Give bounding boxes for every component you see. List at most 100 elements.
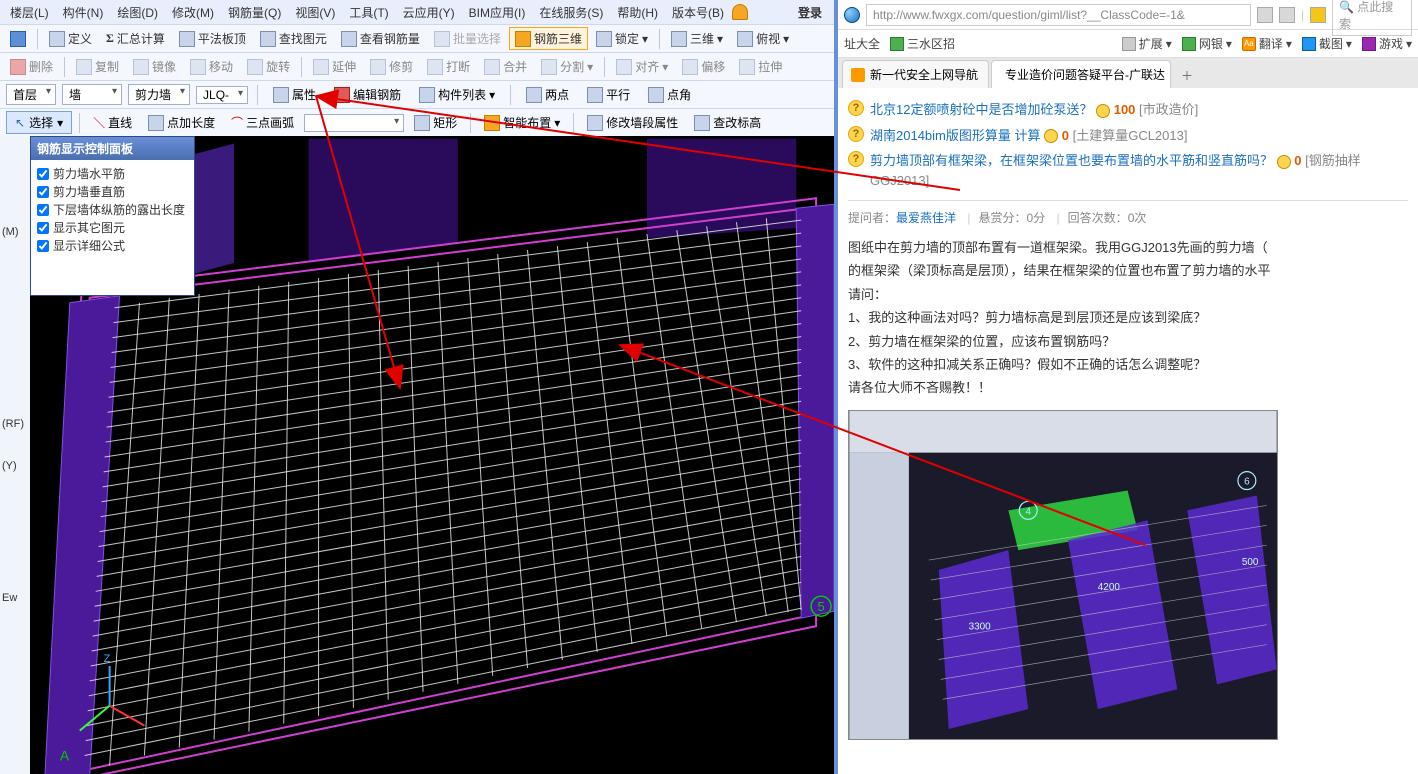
svg-text:3300: 3300 (969, 621, 992, 632)
menu-draw[interactable]: 绘图(D) (111, 2, 164, 23)
btn-ptangle[interactable]: 点角 (642, 83, 697, 106)
btn-sumcalc[interactable]: Σ汇总计算 (100, 27, 171, 50)
new-tab[interactable]: ＋ (1173, 63, 1201, 88)
question-link[interactable]: 北京12定额喷射砼中是否增加砼泵送？ (870, 102, 1092, 117)
combo-type[interactable]: 墙 (62, 84, 122, 105)
btn-viewrebar[interactable]: 查看钢筋量 (335, 27, 426, 50)
btn-copy[interactable]: 复制 (70, 55, 125, 78)
btn-parallel[interactable]: 平行 (581, 83, 636, 106)
btn-attr[interactable]: 属性 (267, 83, 322, 106)
dropdown-icon[interactable] (1279, 7, 1295, 23)
svg-text:6: 6 (1244, 476, 1250, 487)
asker-link[interactable]: 最爱燕佳洋 (896, 211, 956, 225)
question-icon: ? (848, 151, 864, 167)
btn-rect[interactable]: 矩形 (408, 111, 463, 134)
combo-subtype[interactable]: 剪力墙 (128, 84, 190, 105)
tab-fwxgx[interactable]: 专业造价问题答疑平台-广联达× (991, 60, 1171, 88)
btn-batchsel[interactable]: 批量选择 (428, 27, 507, 50)
btn-extend[interactable]: 延伸 (307, 55, 362, 78)
toolbar-edit: 删除 复制 镜像 移动 旋转 延伸 修剪 打断 合并 分割▾ 对齐▾ 偏移 拉伸 (0, 52, 834, 80)
url-field[interactable]: http://www.fwxgx.com/question/giml/list?… (866, 4, 1251, 26)
question-row: ? 北京12定额喷射砼中是否增加砼泵送？ 100 [市政造价] (848, 100, 1408, 120)
btn-componentlist[interactable]: 构件列表▾ (413, 83, 501, 106)
menu-tools[interactable]: 工具(T) (343, 2, 394, 23)
btn-mirror[interactable]: 镜像 (127, 55, 182, 78)
btn-select[interactable]: ↖选择▾ (6, 111, 72, 134)
btn-checkht[interactable]: 查改标高 (688, 111, 767, 134)
chk-lower[interactable]: 下层墙体纵筋的露出长度 (37, 201, 188, 218)
btn-modwall[interactable]: 修改墙段属性 (581, 111, 684, 134)
btn-jietu[interactable]: 截图▾ (1302, 35, 1352, 52)
btn-extensions[interactable]: 扩展▾ (1122, 35, 1172, 52)
btn-fanyi[interactable]: Aa翻译▾ (1242, 35, 1292, 52)
menu-rebar[interactable]: 钢筋量(Q) (222, 2, 287, 23)
svg-text:5: 5 (817, 599, 824, 614)
btn-addlen[interactable]: 点加长度 (142, 111, 221, 134)
menu-floor[interactable]: 楼层(L) (4, 2, 55, 23)
login-link[interactable]: 登录 (798, 4, 830, 21)
btn-delete[interactable]: 删除 (4, 55, 59, 78)
btn-line[interactable]: ＼直线 (87, 111, 138, 134)
chk-other[interactable]: 显示其它图元 (37, 219, 188, 236)
svg-text:A: A (60, 747, 70, 763)
page-content[interactable]: ? 北京12定额喷射砼中是否增加砼泵送？ 100 [市政造价] ? 湖南2014… (838, 88, 1418, 774)
post-image[interactable]: 4 6 3300 4200 500 (848, 410, 1278, 740)
menu-version[interactable]: 版本号(B) (666, 2, 730, 23)
menu-component[interactable]: 构件(N) (57, 2, 110, 23)
btn-wangyin[interactable]: 网银▾ (1182, 35, 1232, 52)
address-bar: http://www.fwxgx.com/question/giml/list?… (838, 0, 1418, 30)
menu-modify[interactable]: 修改(M) (166, 2, 220, 23)
question-link[interactable]: 湖南2014bim版图形算量 计算 (870, 128, 1040, 143)
btn-stretch[interactable]: 拉伸 (733, 55, 788, 78)
menu-online[interactable]: 在线服务(S) (533, 2, 609, 23)
btn-trim[interactable]: 修剪 (364, 55, 419, 78)
chk-formula[interactable]: 显示详细公式 (37, 237, 188, 254)
cad-app-pane: 楼层(L) 构件(N) 绘图(D) 修改(M) 钢筋量(Q) 视图(V) 工具(… (0, 0, 838, 774)
coin-icon (1277, 155, 1291, 169)
btn-cursor[interactable] (4, 28, 32, 50)
btn-move[interactable]: 移动 (184, 55, 239, 78)
browser-toolbar: 址大全 三水区招 扩展▾ 网银▾ Aa翻译▾ 截图▾ 游戏▾ (838, 30, 1418, 58)
combo-item[interactable]: JLQ- (196, 86, 248, 104)
menu-bar: 楼层(L) 构件(N) 绘图(D) 修改(M) 钢筋量(Q) 视图(V) 工具(… (0, 0, 834, 24)
question-row: ? 剪力墙顶部有框架梁，在框架梁位置也要布置墙的水平筋和竖直筋吗？ 0 [钢筋抽… (848, 151, 1408, 190)
chk-horiz[interactable]: 剪力墙水平筋 (37, 165, 188, 182)
btn-3d[interactable]: 三维▾ (665, 27, 729, 50)
menu-bim[interactable]: BIM应用(I) (463, 2, 532, 23)
draw-bar: ↖选择▾ ＼直线 点加长度 ⌒三点画弧 矩形 智能布置▾ 修改墙段属性 查改标高 (0, 108, 834, 136)
bookmark-all[interactable]: 址大全 (844, 35, 880, 52)
btn-youxi[interactable]: 游戏▾ (1362, 35, 1412, 52)
btn-arc3[interactable]: ⌒三点画弧 (225, 111, 300, 134)
btn-rebar3d[interactable]: 钢筋三维 (509, 27, 588, 50)
btn-flattop[interactable]: 平法板顶 (173, 27, 252, 50)
btn-findelem[interactable]: 查找图元 (254, 27, 333, 50)
btn-rotate[interactable]: 旋转 (241, 55, 296, 78)
btn-merge[interactable]: 合并 (478, 55, 533, 78)
rebar-display-panel[interactable]: 钢筋显示控制面板 剪力墙水平筋 剪力墙垂直筋 下层墙体纵筋的露出长度 显示其它图… (30, 136, 195, 296)
bookmark-sanshui[interactable]: 三水区招 (890, 35, 955, 52)
menu-view[interactable]: 视图(V) (289, 2, 341, 23)
btn-align[interactable]: 对齐▾ (610, 55, 674, 78)
btn-editrebar[interactable]: 编辑钢筋 (328, 83, 407, 106)
star-icon[interactable] (1310, 7, 1326, 23)
question-link[interactable]: 剪力墙顶部有框架梁，在框架梁位置也要布置墙的水平筋和竖直筋吗？ (870, 153, 1273, 168)
btn-define[interactable]: 定义 (43, 27, 98, 50)
coin-icon (1096, 104, 1110, 118)
btn-smartplace[interactable]: 智能布置▾ (478, 111, 566, 134)
tab-nav[interactable]: 新一代安全上网导航 (842, 60, 989, 88)
btn-overlook[interactable]: 俯视▾ (731, 27, 795, 50)
cad-canvas[interactable]: 5 A Z 钢筋显示控制面板 剪力墙水平筋 剪力墙垂直筋 下层墙体纵筋的露出长度… (30, 136, 834, 774)
btn-split[interactable]: 分割▾ (535, 55, 599, 78)
btn-offset[interactable]: 偏移 (676, 55, 731, 78)
hat-icon[interactable] (732, 4, 748, 20)
btn-break[interactable]: 打断 (421, 55, 476, 78)
combo-floor[interactable]: 首层 (6, 84, 56, 105)
menu-cloud[interactable]: 云应用(Y) (397, 2, 461, 23)
menu-help[interactable]: 帮助(H) (611, 2, 664, 23)
globe-icon (844, 7, 860, 23)
chk-vert[interactable]: 剪力墙垂直筋 (37, 183, 188, 200)
btn-twopt[interactable]: 两点 (520, 83, 575, 106)
combo-arc[interactable] (304, 114, 404, 132)
btn-lock[interactable]: 锁定▾ (590, 27, 654, 50)
refresh-icon[interactable] (1257, 7, 1273, 23)
